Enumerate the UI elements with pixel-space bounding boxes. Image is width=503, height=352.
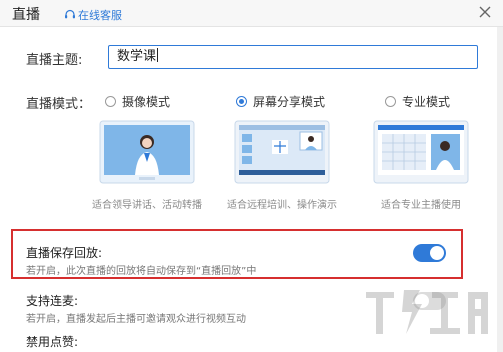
toggle-knob (430, 246, 444, 260)
radio-dot (105, 96, 116, 107)
camera-mode-illustration (99, 120, 195, 184)
mic-link-desc: 若开启，直播发起后主播可邀请观众进行视频互动 (26, 314, 246, 325)
headset-icon (65, 9, 75, 19)
mic-link-toggle[interactable] (413, 292, 446, 310)
topic-input-value: 数学课 (117, 49, 157, 64)
radio-pro-mode[interactable]: 专业模式 (385, 93, 450, 110)
window-title: 直播 (12, 7, 40, 23)
save-replay-title: 直播保存回放: (26, 246, 103, 260)
mic-link-title: 支持连麦: (26, 294, 79, 308)
camera-mode-caption: 适合领导讲话、活动转播 (92, 200, 202, 211)
online-support-link[interactable]: 在线客服 (64, 7, 122, 23)
radio-screen-share-mode-label: 屏幕分享模式 (253, 95, 326, 109)
screen-share-mode-illustration (234, 120, 330, 184)
topic-label: 直播主题: (26, 53, 83, 68)
radio-pro-mode-label: 专业模式 (402, 95, 451, 109)
save-replay-desc: 若开启，此次直播的回放将自动保存到“直播回放”中 (26, 266, 257, 277)
mode-label: 直播模式： (26, 97, 92, 112)
pro-mode-caption: 适合专业主播使用 (381, 200, 461, 211)
radio-dot (385, 96, 396, 107)
topic-input[interactable]: 数学课 (108, 45, 478, 69)
close-icon[interactable] (477, 4, 493, 20)
scrollbar[interactable] (497, 27, 503, 352)
text-caret (157, 48, 159, 62)
online-support-label: 在线客服 (78, 9, 122, 22)
pro-mode-illustration (373, 120, 469, 184)
screen-share-mode-caption: 适合远程培训、操作演示 (227, 200, 337, 211)
save-replay-toggle[interactable] (413, 244, 446, 262)
radio-screen-share-mode[interactable]: 屏幕分享模式 (236, 93, 325, 110)
radio-camera-mode-label: 摄像模式 (122, 95, 171, 109)
radio-dot-selected (236, 96, 247, 107)
live-dialog: 直播 在线客服 直播主题: 数学课 直播模式： 摄像模式 屏幕分享模式 专业模式 (0, 0, 503, 352)
radio-camera-mode[interactable]: 摄像模式 (105, 93, 170, 110)
title-bar: 直播 在线客服 (0, 0, 503, 27)
disable-likes-title: 禁用点赞: (26, 335, 79, 349)
toggle-knob (415, 294, 429, 308)
